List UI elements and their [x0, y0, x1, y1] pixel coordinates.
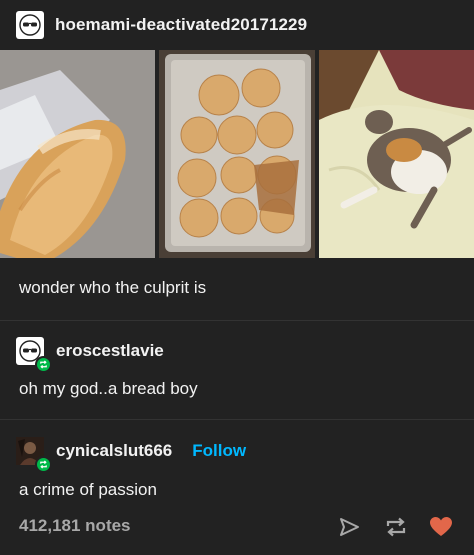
- reblog-text: oh my god..a bread boy: [19, 379, 198, 398]
- reblog-icon[interactable]: [383, 514, 409, 540]
- author-avatar[interactable]: [16, 11, 44, 39]
- reblog-text: a crime of passion: [19, 480, 157, 499]
- photo-bread-loaf[interactable]: [0, 50, 155, 258]
- notes-count[interactable]: 412,181 notes: [19, 516, 131, 536]
- photo-rolls-tray[interactable]: [159, 50, 315, 258]
- reblog-badge-icon: [35, 456, 52, 473]
- sunglasses-avatar-icon: [19, 14, 41, 36]
- reblog-trail-item: cynicalslut666 Follow: [16, 437, 246, 473]
- photo-cat-on-bed[interactable]: [319, 50, 474, 258]
- share-icon[interactable]: [336, 514, 362, 540]
- reblog-trail-item: eroscestlavie: [16, 337, 164, 373]
- reblogger-avatar[interactable]: [16, 437, 52, 473]
- reblogger-username[interactable]: eroscestlavie: [56, 341, 164, 361]
- reblogger-avatar[interactable]: [16, 337, 52, 373]
- reblog-badge-icon: [35, 356, 52, 373]
- post-footer: 412,181 notes: [0, 508, 474, 548]
- divider: [0, 419, 474, 420]
- post-header: hoemami-deactivated20171229: [16, 10, 307, 40]
- divider: [0, 320, 474, 321]
- author-username[interactable]: hoemami-deactivated20171229: [55, 15, 307, 35]
- follow-button[interactable]: Follow: [192, 441, 246, 461]
- heart-icon[interactable]: [428, 514, 454, 540]
- photoset: [0, 50, 474, 258]
- reblogger-username[interactable]: cynicalslut666: [56, 441, 172, 461]
- post-caption: wonder who the culprit is: [19, 278, 207, 297]
